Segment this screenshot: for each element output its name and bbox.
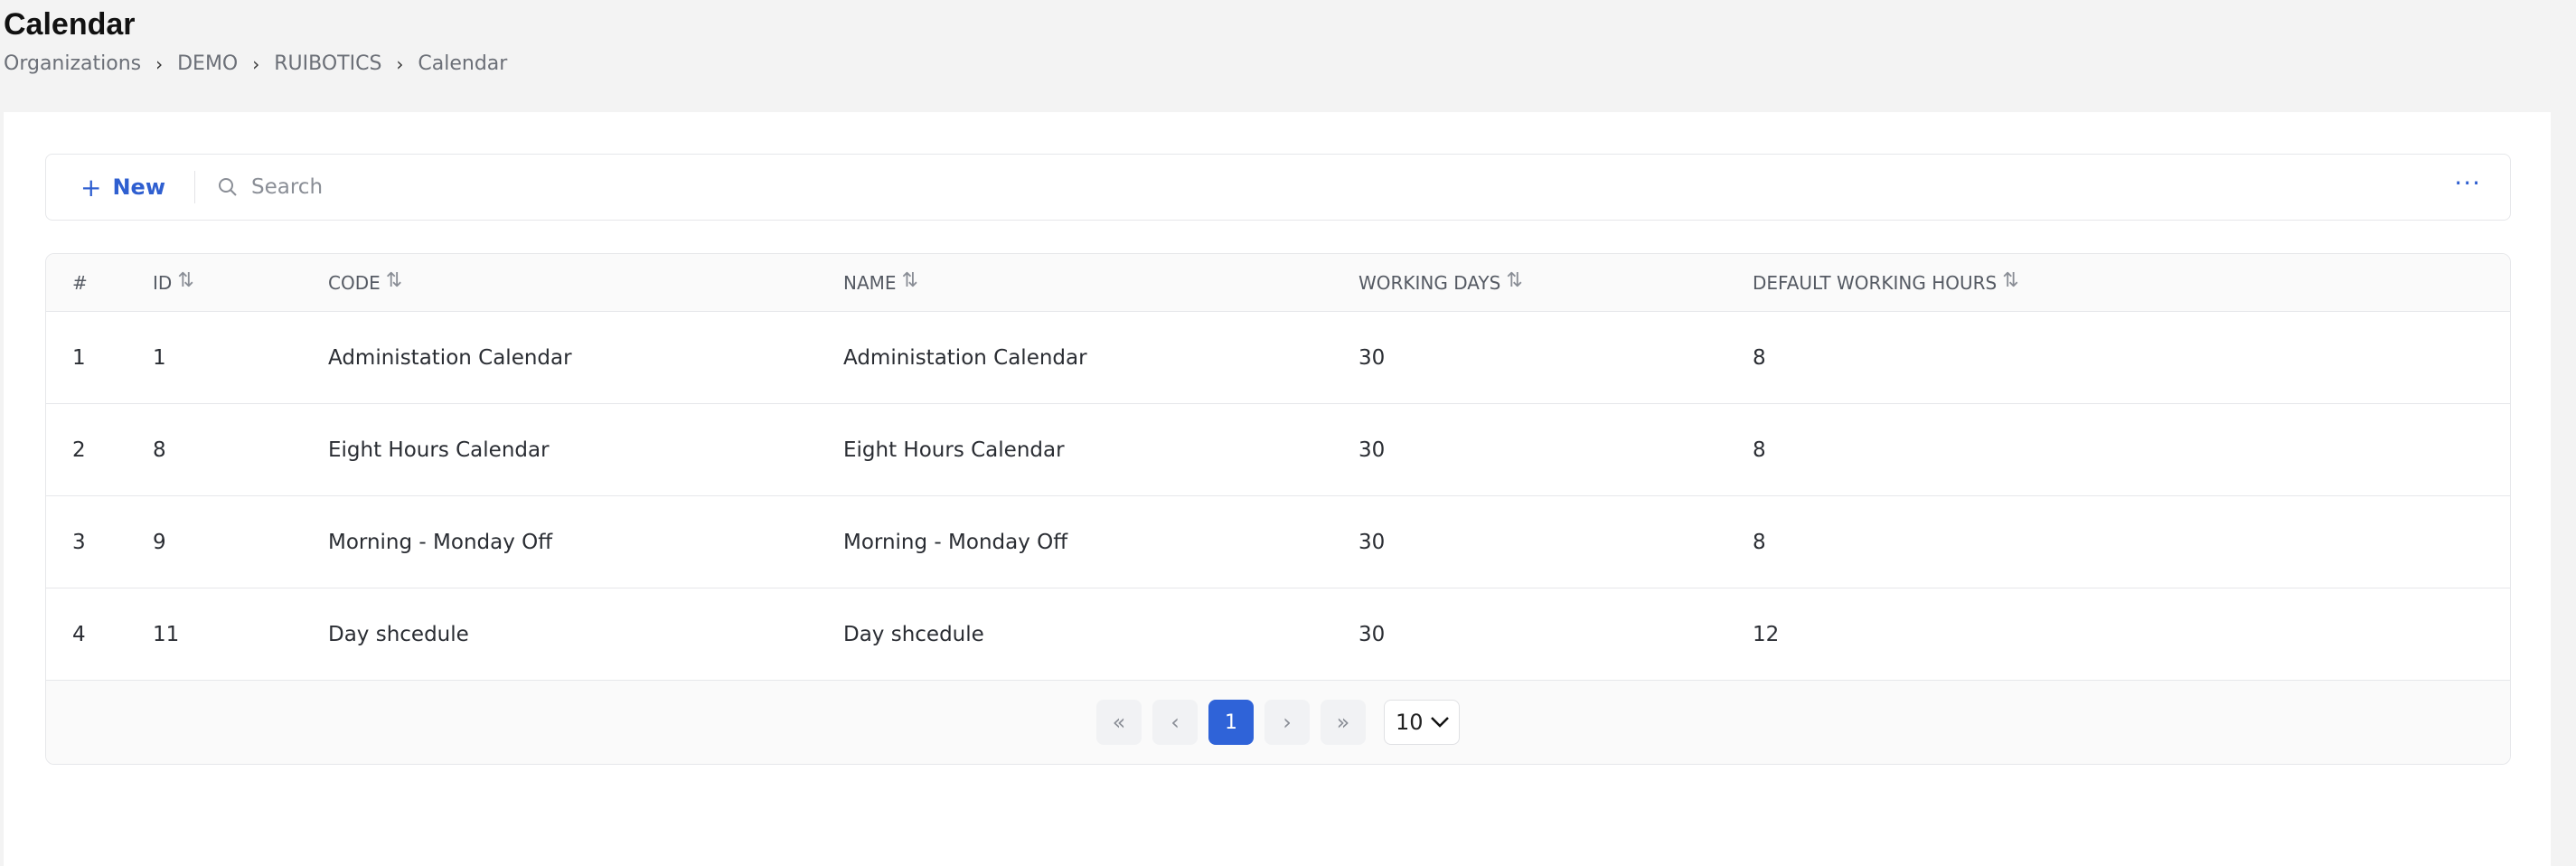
column-header-working-days[interactable]: WORKING DAYS ⇅ bbox=[1359, 254, 1523, 312]
cell-name: Administation Calendar bbox=[843, 346, 1087, 370]
more-options-button[interactable]: ··· bbox=[2454, 171, 2481, 196]
page-number-button[interactable]: 1 bbox=[1208, 700, 1254, 745]
search-input[interactable] bbox=[251, 175, 794, 199]
prev-page-button[interactable]: ‹ bbox=[1152, 700, 1198, 745]
page-size-select[interactable]: 10 bbox=[1384, 700, 1460, 745]
cell-index: 2 bbox=[72, 438, 86, 462]
table-row[interactable]: 3 9 Morning - Monday Off Morning - Monda… bbox=[46, 496, 2510, 588]
sort-icon[interactable]: ⇅ bbox=[902, 269, 918, 292]
table-row[interactable]: 1 1 Administation Calendar Administation… bbox=[46, 312, 2510, 404]
breadcrumb-item-calendar: Calendar bbox=[418, 52, 508, 75]
new-button-label: New bbox=[112, 174, 166, 200]
cell-id: 11 bbox=[153, 623, 180, 646]
column-header-name[interactable]: NAME ⇅ bbox=[843, 254, 918, 312]
chevron-down-icon bbox=[1430, 716, 1450, 729]
cell-default-working-hours: 12 bbox=[1753, 623, 1780, 646]
table-row[interactable]: 2 8 Eight Hours Calendar Eight Hours Cal… bbox=[46, 404, 2510, 496]
toolbar: + New ··· bbox=[45, 154, 2511, 221]
search-box bbox=[217, 175, 794, 199]
column-header-default-working-hours[interactable]: DEFAULT WORKING HOURS ⇅ bbox=[1753, 254, 2019, 312]
page-title: Calendar bbox=[4, 7, 136, 42]
column-label: NAME bbox=[843, 272, 897, 294]
column-header-code[interactable]: CODE ⇅ bbox=[328, 254, 402, 312]
search-icon bbox=[217, 176, 239, 198]
new-button[interactable]: + New bbox=[80, 173, 165, 202]
cell-default-working-hours: 8 bbox=[1753, 346, 1766, 370]
cell-name: Eight Hours Calendar bbox=[843, 438, 1065, 462]
cell-index: 1 bbox=[72, 346, 86, 370]
cell-working-days: 30 bbox=[1359, 438, 1386, 462]
sort-icon[interactable]: ⇅ bbox=[1506, 269, 1522, 292]
last-page-button[interactable]: » bbox=[1321, 700, 1366, 745]
column-label: # bbox=[72, 272, 88, 294]
content-panel: + New ··· # ID ⇅ CODE bbox=[4, 112, 2551, 866]
chevron-right-icon: › bbox=[252, 52, 260, 75]
cell-working-days: 30 bbox=[1359, 346, 1386, 370]
cell-default-working-hours: 8 bbox=[1753, 531, 1766, 554]
breadcrumb-item-organizations[interactable]: Organizations bbox=[4, 52, 141, 75]
cell-working-days: 30 bbox=[1359, 623, 1386, 646]
table-header: # ID ⇅ CODE ⇅ NAME ⇅ WORKING DAYS ⇅ DEFA… bbox=[46, 254, 2510, 312]
chevron-right-icon: › bbox=[155, 52, 164, 75]
sort-icon[interactable]: ⇅ bbox=[2002, 269, 2018, 292]
first-page-button[interactable]: « bbox=[1096, 700, 1142, 745]
cell-name: Morning - Monday Off bbox=[843, 531, 1068, 554]
column-label: ID bbox=[153, 272, 173, 294]
column-header-index: # bbox=[72, 254, 88, 312]
breadcrumb: Organizations › DEMO › RUIBOTICS › Calen… bbox=[4, 52, 507, 75]
column-label: CODE bbox=[328, 272, 381, 294]
breadcrumb-item-ruibotics[interactable]: RUIBOTICS bbox=[274, 52, 381, 75]
cell-id: 9 bbox=[153, 531, 166, 554]
cell-code: Administation Calendar bbox=[328, 346, 572, 370]
pagination: « ‹ 1 › » 10 bbox=[46, 681, 2510, 764]
plus-icon: + bbox=[80, 172, 102, 202]
cell-code: Morning - Monday Off bbox=[328, 531, 553, 554]
breadcrumb-item-demo[interactable]: DEMO bbox=[177, 52, 238, 75]
calendar-table: # ID ⇅ CODE ⇅ NAME ⇅ WORKING DAYS ⇅ DEFA… bbox=[45, 253, 2511, 765]
cell-default-working-hours: 8 bbox=[1753, 438, 1766, 462]
table-row[interactable]: 4 11 Day shcedule Day shcedule 30 12 bbox=[46, 588, 2510, 681]
sort-icon[interactable]: ⇅ bbox=[177, 269, 193, 292]
cell-code: Eight Hours Calendar bbox=[328, 438, 550, 462]
column-label: DEFAULT WORKING HOURS bbox=[1753, 272, 1998, 294]
chevron-right-icon: › bbox=[396, 52, 404, 75]
cell-name: Day shcedule bbox=[843, 623, 984, 646]
cell-code: Day shcedule bbox=[328, 623, 469, 646]
toolbar-divider bbox=[194, 171, 196, 203]
cell-working-days: 30 bbox=[1359, 531, 1386, 554]
page-size-value: 10 bbox=[1396, 710, 1424, 735]
cell-index: 4 bbox=[72, 623, 86, 646]
sort-icon[interactable]: ⇅ bbox=[386, 269, 402, 292]
next-page-button[interactable]: › bbox=[1264, 700, 1310, 745]
cell-index: 3 bbox=[72, 531, 86, 554]
cell-id: 1 bbox=[153, 346, 166, 370]
column-header-id[interactable]: ID ⇅ bbox=[153, 254, 194, 312]
cell-id: 8 bbox=[153, 438, 166, 462]
column-label: WORKING DAYS bbox=[1359, 272, 1501, 294]
